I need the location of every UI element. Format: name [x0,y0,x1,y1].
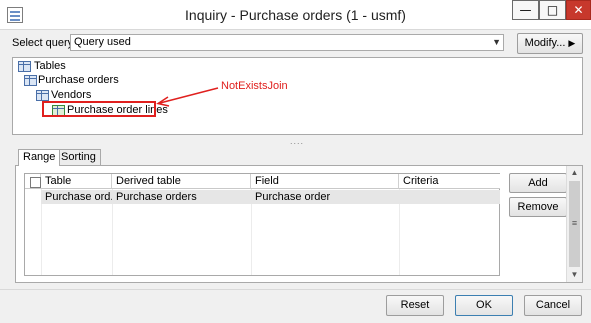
tab-range[interactable]: Range [18,149,61,166]
tables-tree[interactable]: Tables Purchase orders Vendors Purchase … [12,57,583,135]
table-icon [36,90,49,101]
tab-sorting[interactable]: Sorting [56,149,101,165]
select-query-dropdown[interactable]: Query used ▼ [70,34,504,51]
scroll-up-icon[interactable]: ▲ [567,166,582,180]
cell-table[interactable]: Purchase ord... [41,190,112,204]
tree-node-purchase-orders[interactable]: Purchase orders [38,74,119,87]
close-button[interactable]: ✕ [566,0,591,20]
cell-field[interactable]: Purchase order [251,190,399,204]
select-query-label: Select query: [12,37,77,49]
range-grid: Table Derived table Field Criteria Purch… [24,173,500,276]
column-header-table[interactable]: Table [41,174,112,189]
annotation-arrow [156,87,219,107]
column-header-derived-table[interactable]: Derived table [112,174,251,189]
cell-criteria[interactable] [399,190,500,204]
select-all-checkbox[interactable] [30,177,41,188]
minimize-button[interactable]: — [512,0,539,20]
select-all-header [25,174,41,189]
column-header-field[interactable]: Field [251,174,399,189]
ok-button[interactable]: OK [455,295,513,316]
select-query-value: Query used [74,36,131,48]
splitter-handle[interactable]: .... [290,136,304,146]
table-icon [24,75,37,86]
modify-label: Modify... [524,37,566,49]
column-header-criteria[interactable]: Criteria [399,174,500,189]
cell-derived-table[interactable]: Purchase orders [112,190,251,204]
grip-icon: ≡ [571,218,578,228]
reset-button[interactable]: Reset [386,295,444,316]
chevron-down-icon: ▼ [492,37,501,47]
maximize-button[interactable]: □ [539,0,566,20]
footer-divider [0,289,591,290]
highlight-box [42,101,156,117]
tree-node-tables[interactable]: Tables [34,60,66,73]
vertical-scrollbar[interactable]: ▲ ≡ ▼ [566,166,582,282]
window-title: Inquiry - Purchase orders (1 - usmf) [185,7,406,23]
remove-button[interactable]: Remove [509,197,567,217]
scroll-down-icon[interactable]: ▼ [567,268,582,282]
chevron-right-icon: ▶ [568,38,576,48]
tables-root-icon [18,61,31,72]
annotation-label: NotExistsJoin [221,80,288,92]
add-button[interactable]: Add [509,173,567,193]
scroll-thumb[interactable]: ≡ [569,181,580,267]
cancel-button[interactable]: Cancel [524,295,582,316]
modify-button[interactable]: Modify... ▶ [517,33,583,54]
